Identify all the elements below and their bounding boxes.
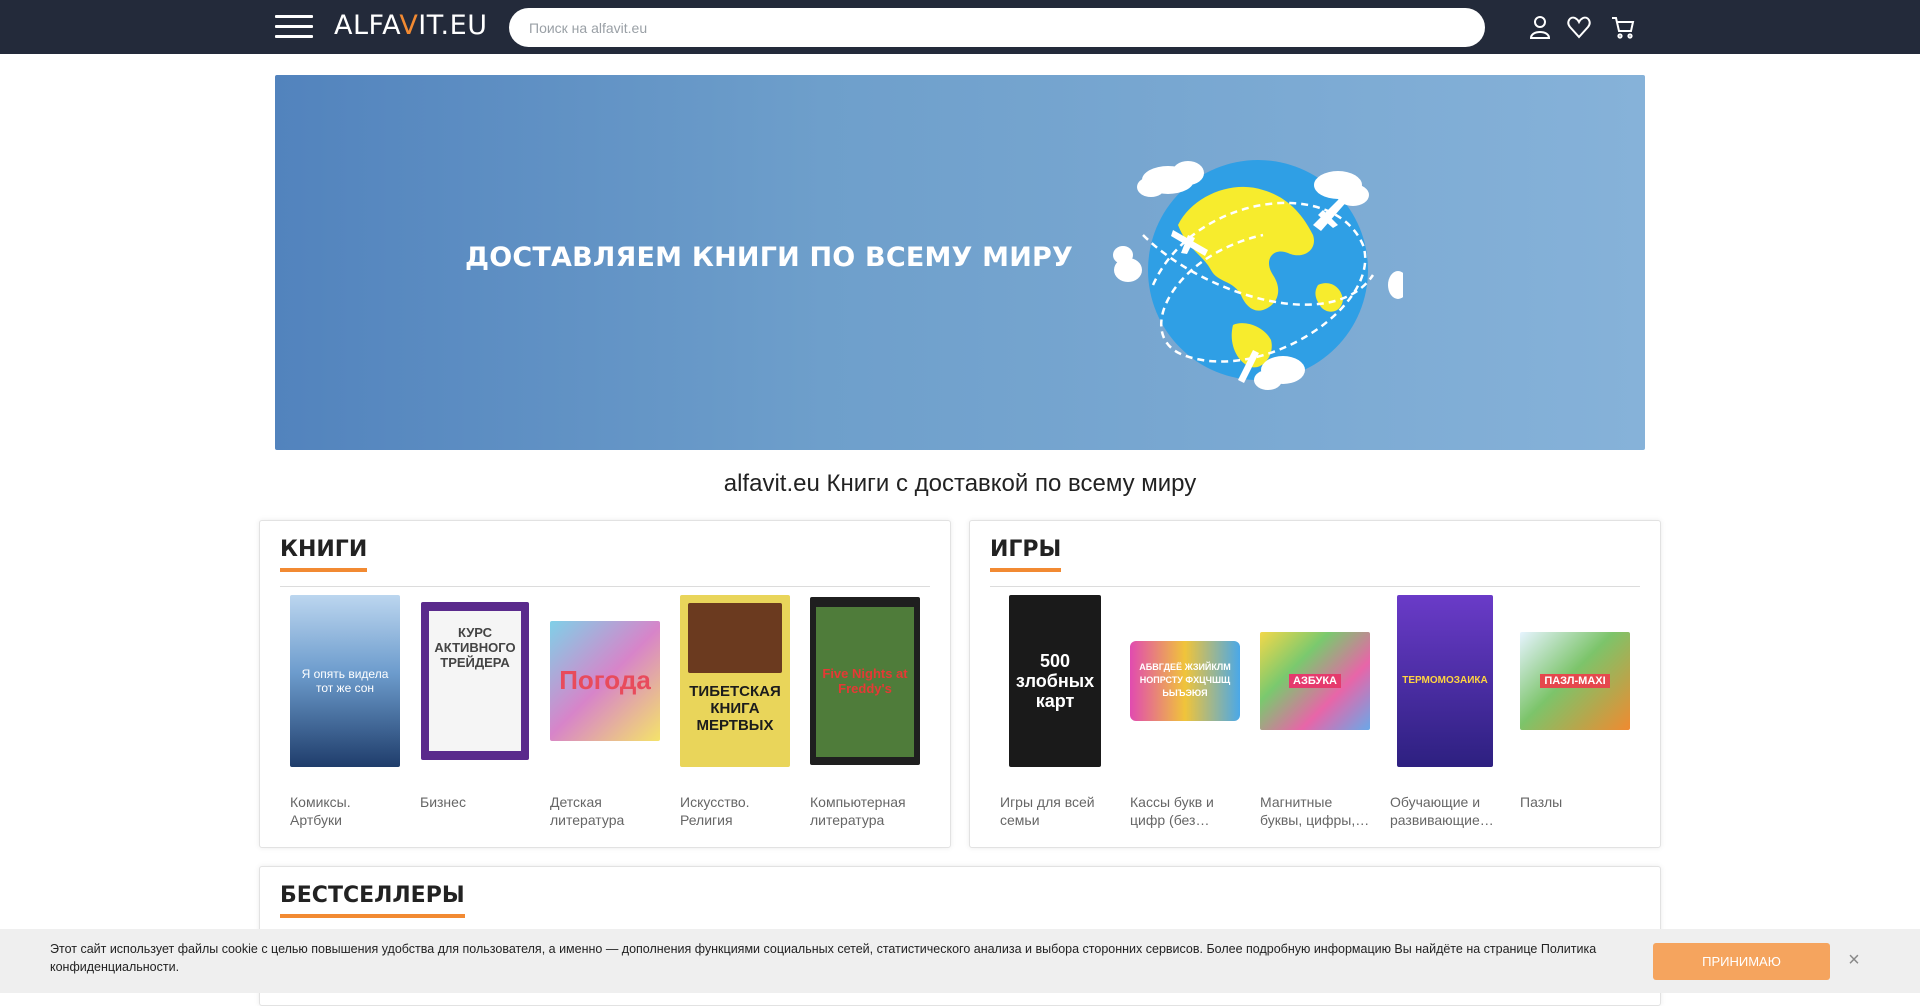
category-label[interactable]: Компьютерная литература: [810, 793, 920, 829]
accept-cookies-button[interactable]: ПРИНИМАЮ: [1653, 943, 1830, 980]
top-navigation-bar: ALFAVIT.EU: [0, 0, 1920, 54]
panel-header: КНИГИ: [280, 537, 930, 587]
category-image[interactable]: Я опять видела тот же сон: [290, 593, 400, 768]
panel-header: БЕСТСЕЛЛЕРЫ: [280, 883, 1640, 933]
books-category-panel: КНИГИ Я опять видела тот же сон Комиксы.…: [259, 520, 951, 848]
cover-text: АБВГДЕЁ ЖЗИЙКЛМ НОПРСТУ ФХЦЧШЩ ЬЫЪЭЮЯ: [1139, 662, 1231, 698]
heart-icon[interactable]: [1566, 14, 1592, 40]
category-item-art-religion[interactable]: ТИБЕТСКАЯ КНИГА МЕРТВЫХ Искусство. Религ…: [680, 593, 790, 829]
panel-header: ИГРЫ: [990, 537, 1640, 587]
promo-banner[interactable]: ДОСТАВЛЯЕМ КНИГИ ПО ВСЕМУ МИРУ: [275, 75, 1645, 450]
category-label[interactable]: Комиксы. Артбуки: [290, 793, 400, 829]
category-image[interactable]: Погода: [550, 593, 660, 768]
cover-text: 500 злобных карт: [1015, 650, 1095, 711]
category-item-children[interactable]: Погода Детская литература: [550, 593, 660, 829]
panel-title[interactable]: КНИГИ: [280, 537, 368, 572]
logo-accent-letter: V: [399, 10, 419, 41]
category-item-puzzles[interactable]: ПАЗЛ-MAXI Пазлы: [1520, 593, 1630, 829]
menu-icon[interactable]: [275, 15, 313, 39]
category-image[interactable]: ТЕРМОМОЗАИКА: [1390, 593, 1500, 768]
cover-text: КУРС АКТИВНОГО ТРЕЙДЕРА: [434, 624, 516, 670]
user-icon[interactable]: [1527, 14, 1553, 40]
category-image[interactable]: 500 злобных карт: [1000, 593, 1110, 768]
category-label[interactable]: Пазлы: [1520, 793, 1630, 829]
cover-text: ТЕРМОМОЗАИКА: [1402, 675, 1488, 686]
category-label[interactable]: Бизнес: [420, 793, 530, 829]
logo-prefix: ALFA: [334, 10, 400, 41]
cover-text: АЗБУКА: [1289, 673, 1341, 688]
category-image[interactable]: Five Nights at Freddy's: [810, 593, 920, 768]
category-item-magnetic-letters[interactable]: АЗБУКА Магнитные буквы, цифры,…: [1260, 593, 1370, 829]
cookie-message: Этот сайт использует файлы cookie с цель…: [50, 942, 1597, 974]
cover-text: ПАЗЛ-MAXI: [1540, 673, 1610, 688]
category-label[interactable]: Искусство. Религия: [680, 793, 790, 829]
category-image[interactable]: АЗБУКА: [1260, 593, 1370, 768]
cover-text: ТИБЕТСКАЯ КНИГА МЕРТВЫХ: [689, 683, 781, 734]
category-image[interactable]: КУРС АКТИВНОГО ТРЕЙДЕРА: [420, 593, 530, 768]
page-title: alfavit.eu Книги с доставкой по всему ми…: [723, 470, 1197, 497]
logo-suffix: IT.EU: [418, 10, 488, 41]
globe-illustration: [1113, 135, 1408, 405]
cover-text: Погода: [559, 665, 651, 695]
panel-title[interactable]: БЕСТСЕЛЛЕРЫ: [280, 883, 465, 918]
category-label[interactable]: Кассы букв и цифр (без…: [1130, 793, 1240, 829]
cover-text: Five Nights at Freddy's: [822, 665, 908, 696]
category-item-educational[interactable]: ТЕРМОМОЗАИКА Обучающие и развивающие…: [1390, 593, 1500, 829]
cookie-consent-bar: Этот сайт использует файлы cookie с цель…: [0, 929, 1920, 993]
category-image[interactable]: ТИБЕТСКАЯ КНИГА МЕРТВЫХ: [680, 593, 790, 768]
category-item-computer[interactable]: Five Nights at Freddy's Компьютерная лит…: [810, 593, 920, 829]
category-item-letter-boxes[interactable]: АБВГДЕЁ ЖЗИЙКЛМ НОПРСТУ ФХЦЧШЩ ЬЫЪЭЮЯ Ка…: [1130, 593, 1240, 829]
category-label[interactable]: Детская литература: [550, 793, 660, 829]
games-category-panel: ИГРЫ 500 злобных карт Игры для всей семь…: [969, 520, 1661, 848]
games-category-list: 500 злобных карт Игры для всей семьи АБВ…: [1000, 593, 1650, 829]
category-image[interactable]: ПАЗЛ-MAXI: [1520, 593, 1630, 768]
category-label[interactable]: Обучающие и развивающие…: [1390, 793, 1500, 829]
books-category-list: Я опять видела тот же сон Комиксы. Артбу…: [290, 593, 940, 829]
category-item-family-games[interactable]: 500 злобных карт Игры для всей семьи: [1000, 593, 1110, 829]
category-label[interactable]: Магнитные буквы, цифры,…: [1260, 793, 1370, 829]
category-item-comics[interactable]: Я опять видела тот же сон Комиксы. Артбу…: [290, 593, 400, 829]
site-logo[interactable]: ALFAVIT.EU: [334, 10, 487, 41]
category-image[interactable]: АБВГДЕЁ ЖЗИЙКЛМ НОПРСТУ ФХЦЧШЩ ЬЫЪЭЮЯ: [1130, 593, 1240, 768]
cover-text: Я опять видела тот же сон: [301, 666, 389, 695]
close-icon[interactable]: ×: [1845, 949, 1863, 971]
search-input[interactable]: [509, 8, 1485, 47]
panel-title[interactable]: ИГРЫ: [990, 537, 1062, 572]
category-label[interactable]: Игры для всей семьи: [1000, 793, 1110, 829]
category-item-business[interactable]: КУРС АКТИВНОГО ТРЕЙДЕРА Бизнес: [420, 593, 530, 829]
banner-headline: ДОСТАВЛЯЕМ КНИГИ ПО ВСЕМУ МИРУ: [465, 242, 1074, 273]
cart-icon[interactable]: [1610, 14, 1636, 40]
